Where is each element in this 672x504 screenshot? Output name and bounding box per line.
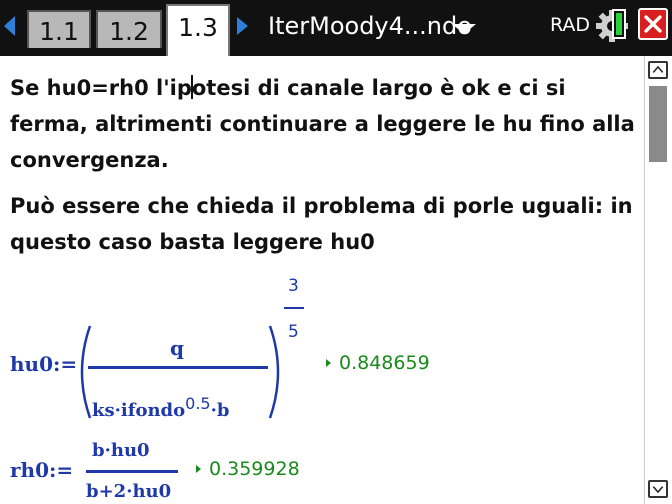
rh0-lhs: rh0:= xyxy=(10,458,74,482)
vertical-scrollbar[interactable] xyxy=(644,56,672,504)
hu0-lhs: hu0:= xyxy=(10,352,78,376)
hu0-denominator-exponent: 0.5 xyxy=(185,394,211,413)
result-arrow-icon xyxy=(326,359,331,367)
left-arrow-icon[interactable] xyxy=(4,16,15,36)
scroll-down-icon[interactable] xyxy=(648,480,668,498)
exponent-denominator: 5 xyxy=(288,322,299,342)
result-arrow-icon xyxy=(196,465,201,473)
hu0-numerator: q xyxy=(170,336,184,360)
battery-icon xyxy=(612,9,626,39)
hu0-denominator: ks·ifondo0.5·b xyxy=(92,394,229,421)
paragraph-1[interactable]: Se hu0=rh0 l'ipotesi di canale largo è o… xyxy=(10,70,640,178)
rh0-numerator: b·hu0 xyxy=(92,440,150,461)
right-arrow-icon[interactable] xyxy=(237,17,248,35)
scroll-up-icon[interactable] xyxy=(648,61,668,79)
rh0-result-value: 0.359928 xyxy=(209,458,300,480)
tab-1-2[interactable]: 1.2 xyxy=(96,10,162,48)
scrollbar-thumb[interactable] xyxy=(649,86,667,162)
hu0-denominator-main: ks·ifondo xyxy=(92,400,186,421)
right-paren xyxy=(268,325,280,419)
hu0-fraction-bar xyxy=(88,366,268,369)
top-bar: 1.1 1.2 1.3 IterMoody4...ndo RAD xyxy=(0,0,672,56)
document-title[interactable]: IterMoody4...ndo xyxy=(268,10,472,42)
rh0-result: 0.359928 xyxy=(196,458,300,480)
tab-1-1[interactable]: 1.1 xyxy=(27,10,91,48)
hu0-denominator-tail: ·b xyxy=(210,400,230,421)
rh0-fraction-bar xyxy=(86,470,178,473)
chevron-down-icon[interactable] xyxy=(452,24,476,34)
exponent-numerator: 3 xyxy=(288,276,299,296)
close-icon[interactable] xyxy=(638,8,668,40)
hu0-result-value: 0.848659 xyxy=(339,352,430,374)
rh0-denominator: b+2·hu0 xyxy=(86,481,172,502)
exponent-fraction-bar xyxy=(284,307,304,309)
left-paren xyxy=(80,325,92,419)
hu0-result: 0.848659 xyxy=(326,352,430,374)
notes-area[interactable]: Se hu0=rh0 l'ipotesi di canale largo è o… xyxy=(0,56,644,504)
angle-mode-indicator: RAD xyxy=(550,14,591,36)
paragraph-2[interactable]: Può essere che chieda il problema di por… xyxy=(10,188,640,260)
tab-1-3[interactable]: 1.3 xyxy=(166,4,230,56)
paragraph-1-text-a: Se hu0=rh0 l'ip xyxy=(10,76,192,100)
